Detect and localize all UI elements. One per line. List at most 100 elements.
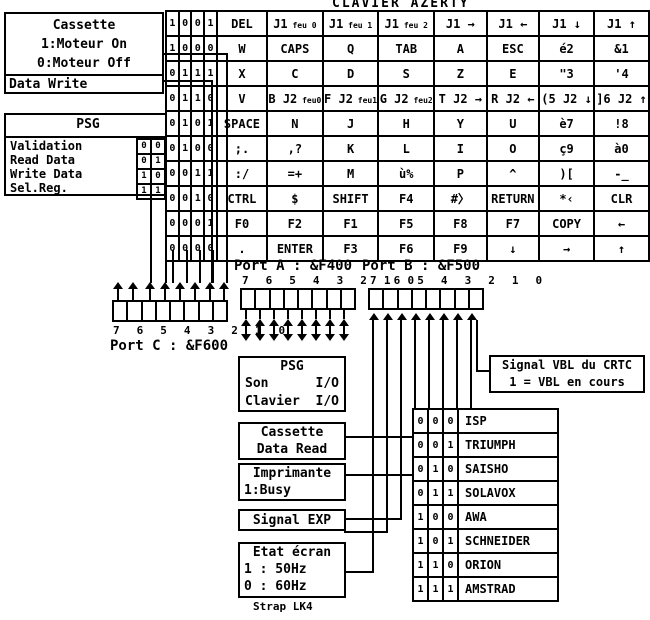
manufacturer-row: 0 0 0 ISP (412, 408, 559, 434)
wire (199, 250, 201, 283)
vbl-line2: 1 = VBL en cours (509, 375, 625, 389)
manufacturer-name-cell: ORION (457, 552, 559, 578)
keyboard-key-cell[interactable]: J1 → (433, 10, 488, 37)
keyboard-key-cell[interactable]: TAB (377, 35, 436, 62)
keyboard-key-cell[interactable]: -_ (593, 160, 650, 187)
keyboard-key-cell[interactable]: =+ (266, 160, 324, 187)
manufacturer-row: 0 0 1 TRIUMPH (412, 432, 559, 458)
keyboard-key-cell[interactable]: A (433, 35, 488, 62)
keyboard-key-cell[interactable]: J1 ← (485, 10, 541, 37)
keyboard-key-cell[interactable]: E (485, 60, 541, 87)
keyboard-key-cell[interactable]: F0 (215, 210, 269, 237)
keyboard-key-cell[interactable]: M (321, 160, 380, 187)
keyboard-key-cell[interactable]: B J2 feu0 (266, 85, 324, 112)
keyboard-key-cell[interactable]: P (433, 160, 488, 187)
keyboard-key-cell[interactable]: SPACE (215, 110, 269, 137)
psg-control-title: PSG (76, 117, 100, 132)
keyboard-bit-cell: 1 (203, 10, 218, 37)
cassette-read-line1: Cassette (260, 425, 324, 440)
keyboard-key-cell[interactable]: ^ (485, 160, 541, 187)
keyboard-key-cell[interactable]: )[ (538, 160, 595, 187)
keyboard-key-cell[interactable]: K (321, 135, 380, 162)
keyboard-key-cell[interactable]: RETURN (485, 185, 541, 212)
keyboard-key-cell[interactable]: &1 (593, 35, 650, 62)
keyboard-key-cell[interactable]: F4 (377, 185, 436, 212)
keyboard-key-cell[interactable]: *‹ (538, 185, 595, 212)
keyboard-key-cell[interactable]: :/ (215, 160, 269, 187)
keyboard-key-cell[interactable]: '4 (593, 60, 650, 87)
keyboard-key-cell[interactable]: CAPS (266, 35, 324, 62)
manufacturer-bit-cell: 0 (427, 432, 444, 458)
keyboard-key-cell[interactable]: ,? (266, 135, 324, 162)
keyboard-key-cell[interactable]: C (266, 60, 324, 87)
keyboard-key-cell[interactable]: à0 (593, 135, 650, 162)
wire (150, 194, 152, 283)
keyboard-key-cell[interactable]: Z (433, 60, 488, 87)
keyboard-key-cell[interactable]: H (377, 110, 436, 137)
keyboard-key-cell[interactable]: J1 ↓ (538, 10, 595, 37)
keyboard-key-cell[interactable]: J1 feu 0 (266, 10, 324, 37)
keyboard-key-cell[interactable]: CTRL (215, 185, 269, 212)
port-bit (427, 290, 442, 308)
keyboard-key-cell[interactable]: N (266, 110, 324, 137)
keyboard-key-cell[interactable]: DEL (215, 10, 269, 37)
keyboard-key-cell[interactable]: SHIFT (321, 185, 380, 212)
keyboard-bit-cell: 0 (190, 10, 206, 37)
port-c-label: Port C : &F600 (110, 338, 229, 354)
keyboard-key-cell[interactable]: (5 J2 ↓ (538, 85, 595, 112)
manufacturer-row: 1 0 0 AWA (412, 504, 559, 530)
keyboard-key-cell[interactable]: T J2 → (433, 85, 488, 112)
keyboard-matrix-row: 1 0 0 1 DEL J1 feu 0 J1 feu 1 J1 feu 2 J1 → J1 ← J… (165, 10, 650, 37)
keyboard-key-cell[interactable]: F J2 feu1 (321, 85, 380, 112)
keyboard-key-cell[interactable]: O (485, 135, 541, 162)
keyboard-key-cell[interactable]: CLR (593, 185, 650, 212)
wire (344, 518, 402, 520)
keyboard-key-cell[interactable]: $ (266, 185, 324, 212)
port-b-bit-numbers: 7 6 5 4 3 2 1 0 (370, 274, 548, 287)
keyboard-key-cell[interactable]: ESC (485, 35, 541, 62)
keyboard-key-cell[interactable]: F7 (485, 210, 541, 237)
keyboard-key-cell[interactable]: F1 (321, 210, 380, 237)
psg-io-son-value: I/O (315, 376, 339, 391)
keyboard-key-cell[interactable]: F2 (266, 210, 324, 237)
keyboard-key-cell[interactable]: I (433, 135, 488, 162)
keyboard-key-cell[interactable]: V (215, 85, 269, 112)
keyboard-key-cell[interactable]: ;. (215, 135, 269, 162)
wire (223, 289, 225, 300)
keyboard-key-cell[interactable]: J1 feu 1 (321, 10, 380, 37)
keyboard-key-cell[interactable]: J1 ↑ (593, 10, 650, 37)
keyboard-key-cell[interactable]: ç9 (538, 135, 595, 162)
keyboard-bit-cell: 1 (177, 85, 193, 112)
port-bit (271, 290, 285, 308)
wire (344, 571, 374, 573)
keyboard-key-cell[interactable]: X (215, 60, 269, 87)
vbl-line1: Signal VBL du CRTC (501, 358, 633, 372)
keyboard-key-cell[interactable]: Q (321, 35, 380, 62)
keyboard-key-cell[interactable]: ]6 J2 ↑ (593, 85, 650, 112)
keyboard-key-cell[interactable]: Y (433, 110, 488, 137)
keyboard-key-cell[interactable]: F5 (377, 210, 436, 237)
keyboard-key-cell[interactable]: W (215, 35, 269, 62)
keyboard-key-cell[interactable]: ← (593, 210, 650, 237)
keyboard-key-cell[interactable]: S (377, 60, 436, 87)
keyboard-key-cell[interactable]: → (538, 235, 595, 262)
keyboard-key-cell[interactable]: J (321, 110, 380, 137)
keyboard-key-cell[interactable]: D (321, 60, 380, 87)
keyboard-key-cell[interactable]: !8 (593, 110, 650, 137)
keyboard-key-cell[interactable]: U (485, 110, 541, 137)
keyboard-key-cell[interactable]: ù% (377, 160, 436, 187)
keyboard-key-cell[interactable]: J1 feu 2 (377, 10, 436, 37)
keyboard-key-cell[interactable]: é2 (538, 35, 595, 62)
keyboard-key-cell[interactable]: L (377, 135, 436, 162)
keyboard-key-cell[interactable]: ↓ (485, 235, 541, 262)
keyboard-bit-cell: 0 (165, 135, 180, 162)
keyboard-key-cell[interactable]: COPY (538, 210, 595, 237)
psg-row-label: Write Data (10, 167, 83, 181)
keyboard-key-cell[interactable]: #〉 (433, 185, 488, 212)
keyboard-key-cell[interactable]: ↑ (593, 235, 650, 262)
keyboard-key-cell[interactable]: "3 (538, 60, 595, 87)
keyboard-key-cell[interactable]: F8 (433, 210, 488, 237)
keyboard-key-cell[interactable]: G J2 feu2 (377, 85, 436, 112)
keyboard-key-cell[interactable]: è7 (538, 110, 595, 137)
keyboard-key-cell[interactable]: R J2 ← (485, 85, 541, 112)
